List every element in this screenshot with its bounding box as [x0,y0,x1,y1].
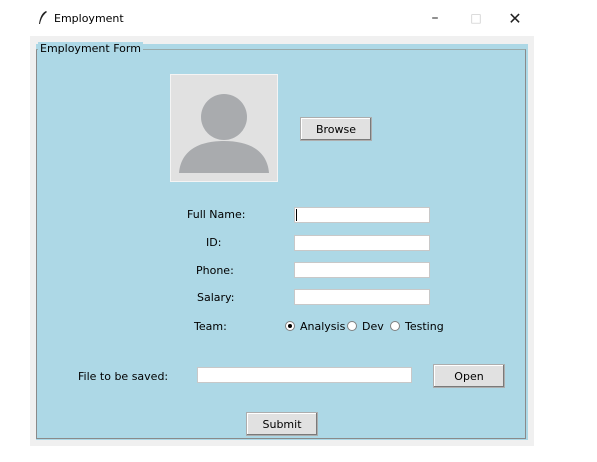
team-label: Team: [194,320,227,333]
radio-testing[interactable] [390,321,400,331]
salary-field[interactable] [294,289,430,305]
text-caret [296,209,297,221]
salary-label: Salary: [197,291,235,304]
close-button[interactable]: ✕ [500,6,530,30]
user-avatar-icon [179,94,269,173]
phone-field[interactable] [294,262,430,278]
full-name-label: Full Name: [187,208,246,221]
minimize-button[interactable]: – [420,6,450,30]
full-name-field[interactable] [294,207,430,223]
feather-icon [38,11,48,25]
radio-analysis-label[interactable]: Analysis [300,320,345,333]
avatar-image [170,74,278,182]
file-path-field[interactable] [197,367,412,383]
window-title: Employment [54,12,124,25]
radio-testing-label[interactable]: Testing [405,320,444,333]
maximize-button[interactable]: □ [461,6,491,30]
form-legend: Employment Form [38,42,143,55]
file-label: File to be saved: [78,370,169,383]
browse-button[interactable]: Browse [300,117,372,141]
phone-label: Phone: [196,264,234,277]
id-field[interactable] [294,235,430,251]
radio-dev-label[interactable]: Dev [362,320,384,333]
open-button[interactable]: Open [433,364,505,388]
radio-analysis[interactable] [285,321,295,331]
radio-dev[interactable] [347,321,357,331]
title-bar: Employment – □ ✕ [0,0,540,36]
id-label: ID: [206,236,222,249]
submit-button[interactable]: Submit [246,412,318,436]
